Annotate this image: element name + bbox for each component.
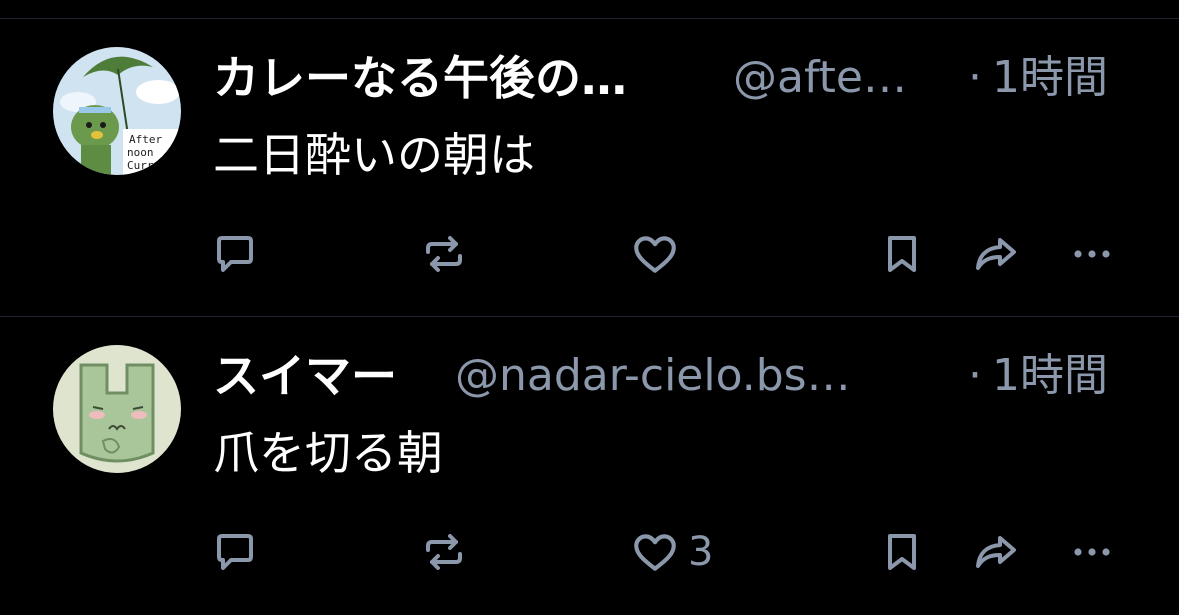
post-header: スイマー @nadar-cielo.bs… · 1時間 <box>213 345 1143 407</box>
share-icon <box>976 238 1016 270</box>
avatar[interactable] <box>53 345 181 473</box>
author-name[interactable]: カレーなる午後の… <box>213 47 627 109</box>
share-icon <box>976 536 1016 568</box>
avatar-text: Curry <box>127 159 160 172</box>
author-name[interactable]: スイマー <box>213 345 397 407</box>
repost-icon <box>426 534 462 570</box>
repost-button[interactable] <box>420 517 468 587</box>
post-text: 爪を切る朝 <box>213 426 443 480</box>
like-button[interactable] <box>630 219 688 289</box>
post-feed: After noon Curry カレーなる午後の… @afte… · 1時間 二… <box>0 0 1179 601</box>
kappa-umbrella-avatar-icon: After noon Curry <box>53 47 181 175</box>
like-button[interactable]: 3 <box>630 517 713 587</box>
more-button[interactable] <box>1068 517 1116 587</box>
post-time: · 1時間 <box>968 47 1108 109</box>
timestamp: 1時間 <box>992 350 1108 401</box>
avatar-text: After <box>129 133 162 146</box>
post-item[interactable]: スイマー @nadar-cielo.bs… · 1時間 爪を切る朝 3 <box>0 317 1179 615</box>
reply-button[interactable] <box>211 219 259 289</box>
author-handle[interactable]: @afte… <box>733 47 907 109</box>
avatar-text: noon <box>127 146 154 159</box>
timestamp: 1時間 <box>992 52 1108 103</box>
post-actions: 3 <box>0 517 1179 587</box>
post-item[interactable]: After noon Curry カレーなる午後の… @afte… · 1時間 二… <box>0 19 1179 317</box>
separator-dot: · <box>968 52 982 103</box>
bookmark-icon <box>888 534 916 570</box>
repost-icon <box>426 236 462 272</box>
bookmark-button[interactable] <box>878 219 926 289</box>
more-icon <box>1074 250 1110 258</box>
reply-icon <box>217 534 253 570</box>
more-button[interactable] <box>1068 219 1116 289</box>
share-button[interactable] <box>970 219 1022 289</box>
green-creature-avatar-icon <box>53 345 181 473</box>
more-icon <box>1074 548 1110 556</box>
post-time: · 1時間 <box>968 345 1108 407</box>
reply-button[interactable] <box>211 517 259 587</box>
post-actions <box>0 219 1179 289</box>
author-handle[interactable]: @nadar-cielo.bs… <box>455 345 851 407</box>
share-button[interactable] <box>970 517 1022 587</box>
like-icon <box>634 534 676 571</box>
avatar[interactable]: After noon Curry <box>53 47 181 175</box>
bookmark-button[interactable] <box>878 517 926 587</box>
bookmark-icon <box>888 236 916 272</box>
like-count: 3 <box>688 529 714 575</box>
repost-button[interactable] <box>420 219 468 289</box>
post-header: カレーなる午後の… @afte… · 1時間 <box>213 47 1143 109</box>
reply-icon <box>217 236 253 272</box>
post-text: 二日酔いの朝は <box>213 128 535 182</box>
like-icon <box>634 236 676 273</box>
separator-dot: · <box>968 350 982 401</box>
